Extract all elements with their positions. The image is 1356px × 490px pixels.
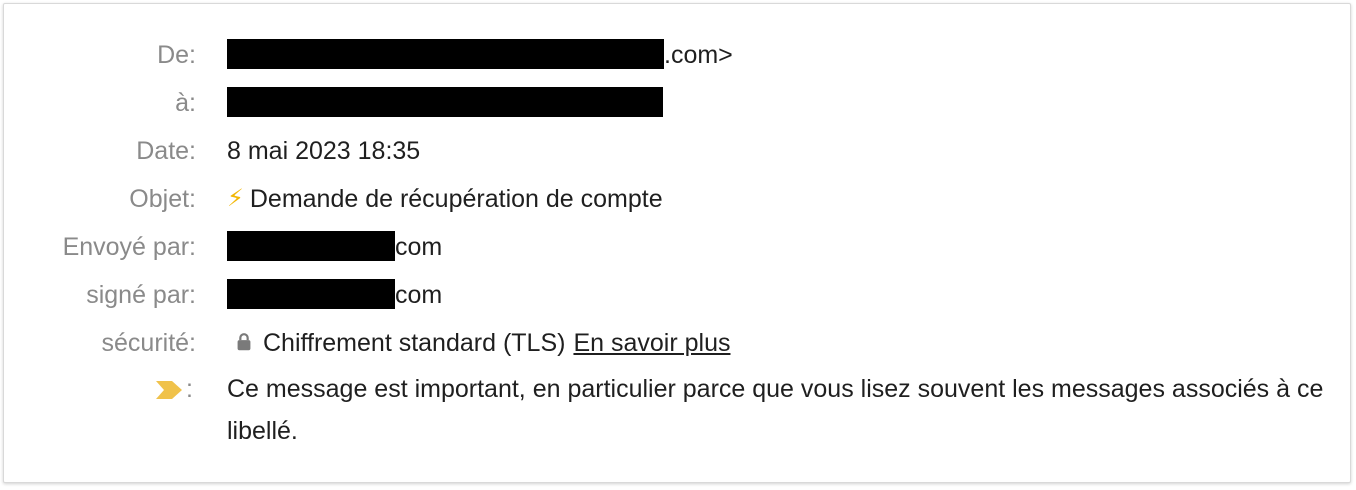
from-label: De: bbox=[157, 41, 196, 69]
message-details-panel: De: .com> à: Date: 8 mai 2023 18:35 Obje… bbox=[3, 3, 1351, 483]
subject-row: Objet: ⚡ Demande de récupération de compt… bbox=[4, 182, 1352, 222]
date-value: 8 mai 2023 18:35 bbox=[227, 137, 421, 165]
subject-text: Demande de récupération de compte bbox=[249, 185, 663, 213]
redacted-block bbox=[227, 231, 395, 262]
importance-row: : Ce message est important, en particuli… bbox=[4, 372, 1352, 462]
from-domain-suffix: .com> bbox=[664, 41, 733, 69]
subject-label: Objet: bbox=[129, 185, 196, 213]
date-label: Date: bbox=[136, 137, 196, 165]
redacted-block bbox=[227, 39, 664, 70]
signed-by-label: signé par: bbox=[86, 281, 196, 309]
lock-icon bbox=[237, 333, 251, 351]
redacted-block bbox=[227, 279, 395, 310]
to-label: à: bbox=[175, 89, 196, 117]
learn-more-link[interactable]: En savoir plus bbox=[573, 329, 730, 357]
security-row: sécurité: Chiffrement standard (TLS) En s… bbox=[4, 326, 1352, 366]
sent-by-row: Envoyé par: com bbox=[4, 230, 1352, 270]
security-text: Chiffrement standard (TLS) bbox=[263, 329, 566, 357]
sent-by-value: com bbox=[227, 230, 442, 264]
importance-marker-icon bbox=[156, 381, 182, 399]
from-row: De: .com> bbox=[4, 38, 1352, 78]
security-label: sécurité: bbox=[101, 329, 196, 357]
signed-by-row: signé par: com bbox=[4, 278, 1352, 318]
sent-by-suffix: com bbox=[395, 233, 443, 261]
to-row: à: bbox=[4, 86, 1352, 126]
importance-label: : bbox=[154, 372, 198, 406]
signed-by-suffix: com bbox=[395, 281, 443, 309]
from-value: .com> bbox=[227, 38, 733, 72]
signed-by-value: com bbox=[227, 278, 442, 312]
sent-by-label: Envoyé par: bbox=[62, 233, 196, 261]
lightning-bolt-icon: ⚡ bbox=[227, 185, 244, 212]
to-value bbox=[227, 86, 663, 120]
importance-colon: : bbox=[186, 375, 193, 403]
redacted-block bbox=[227, 87, 663, 118]
security-value: Chiffrement standard (TLS) En savoir plus bbox=[227, 326, 730, 360]
date-row: Date: 8 mai 2023 18:35 bbox=[4, 134, 1352, 174]
subject-value: ⚡ Demande de récupération de compte bbox=[227, 182, 663, 216]
importance-message: Ce message est important, en particulier… bbox=[227, 375, 1324, 445]
